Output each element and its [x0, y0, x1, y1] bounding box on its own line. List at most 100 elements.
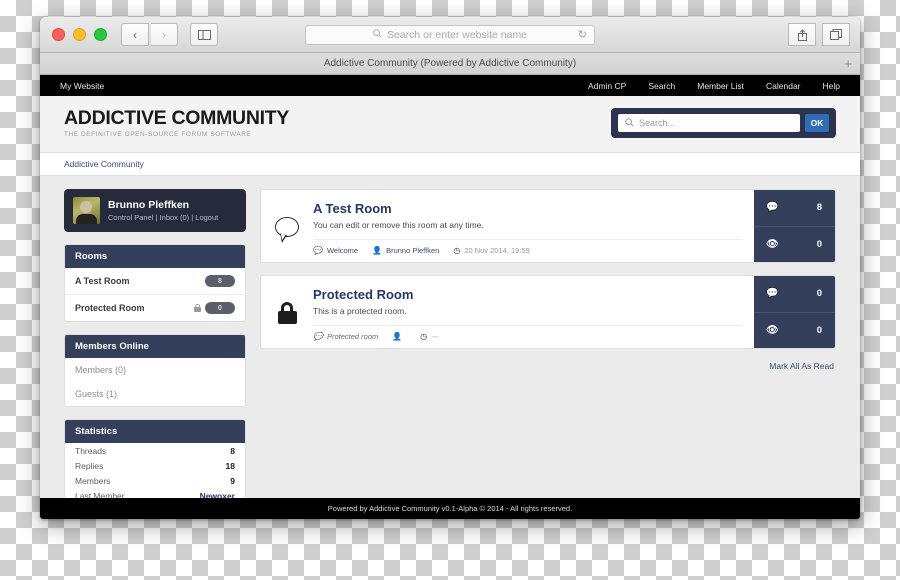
room-stats: 💬 8 👁 0	[754, 190, 835, 262]
tabs-glyph	[830, 29, 842, 40]
mark-all-as-read-link[interactable]: Mark All As Read	[260, 361, 836, 371]
meta-date-label: ---	[431, 332, 439, 341]
comments-icon: 💬	[766, 202, 779, 214]
share-icon[interactable]	[788, 23, 816, 46]
statistic-value-link[interactable]: Newoxer	[200, 491, 235, 499]
site-header: ADDICTIVE COMMUNITY THE DEFINITIVE OPEN-…	[40, 96, 860, 153]
clock-icon: ◷	[453, 245, 461, 255]
room-stat-views: 👁 0	[754, 311, 835, 349]
minimize-window-button[interactable]	[73, 28, 86, 41]
sidebar-room-label: Protected Room	[75, 303, 145, 313]
sidebar-room-label: A Test Room	[75, 276, 130, 286]
meta-author-label: Brunno Pleffken	[386, 246, 440, 255]
room-stat-views: 👁 0	[754, 225, 835, 263]
header-search-box: Search... OK	[611, 108, 836, 138]
room-meta: 💬 Welcome 👤 Brunno Pleffken ◷ 20 Nov 201…	[313, 239, 742, 262]
avatar[interactable]	[73, 197, 100, 224]
site-logo[interactable]: ADDICTIVE COMMUNITY THE DEFINITIVE OPEN-…	[64, 108, 289, 138]
site-footer: Powered by Addictive Community v0.1-Alph…	[40, 498, 860, 519]
members-online-members: Members (0)	[75, 365, 127, 375]
meta-author[interactable]: 👤 Brunno Pleffken	[372, 246, 439, 255]
browser-toolbar: ‹ › Search or enter website name ↻	[40, 17, 860, 53]
comments-icon: 💬	[766, 288, 779, 300]
meta-date: ◷ ---	[420, 332, 438, 341]
maximize-window-button[interactable]	[94, 28, 107, 41]
room-icon-container	[261, 276, 313, 348]
room-meta: 💬 Protected room 👤 ◷ ---	[313, 325, 742, 348]
room-title[interactable]: A Test Room	[313, 201, 742, 216]
statistic-threads: Threads 8	[65, 443, 245, 458]
sidebar-glyph	[197, 29, 211, 40]
room-body: A Test Room You can edit or remove this …	[313, 190, 754, 262]
toolbar-right-buttons[interactable]	[788, 23, 850, 46]
clock-icon: ◷	[420, 331, 428, 341]
sidebar-room-a-test-room[interactable]: A Test Room 8	[65, 268, 245, 295]
logo-subtitle: THE DEFINITIVE OPEN-SOURCE FORUM SOFTWAR…	[64, 130, 252, 138]
speech-bubble-icon	[275, 217, 299, 237]
meta-last-thread[interactable]: 💬 Welcome	[313, 246, 358, 255]
meta-date-label: 20 Nov 2014, 19:59	[464, 246, 530, 255]
nav-link-help[interactable]: Help	[823, 81, 840, 91]
sidebar-toggle-icon[interactable]	[190, 23, 218, 46]
address-bar[interactable]: Search or enter website name ↻	[305, 24, 595, 45]
statistic-label: Last Member	[75, 490, 125, 499]
user-name: Brunno Pleffken	[108, 199, 190, 211]
nav-link-search[interactable]: Search	[648, 81, 675, 91]
room-views-count: 0	[816, 238, 822, 250]
comment-icon: 💬	[313, 331, 323, 341]
lock-icon	[277, 302, 297, 324]
members-online-title: Members Online	[65, 335, 245, 358]
user-panel: Brunno Pleffken Control Panel | Inbox (0…	[64, 189, 246, 232]
search-input[interactable]: Search...	[618, 114, 800, 132]
meta-thread-label: Protected room	[326, 332, 379, 341]
address-bar-placeholder: Search or enter website name	[386, 28, 528, 41]
site-label[interactable]: My Website	[60, 81, 104, 91]
close-window-button[interactable]	[52, 28, 65, 41]
room-description: This is a protected room.	[313, 306, 407, 316]
search-icon	[625, 117, 634, 129]
room-icon-container	[261, 190, 313, 262]
statistic-label: Threads	[75, 445, 107, 456]
room-threads-count: 0	[816, 288, 822, 300]
room-count-badge: 0	[205, 302, 235, 314]
comment-icon: 💬	[313, 245, 323, 255]
back-icon[interactable]: ‹	[121, 23, 149, 46]
eye-icon: 👁	[766, 324, 779, 336]
user-links[interactable]: Control Panel | Inbox (0) | Logout	[108, 213, 218, 222]
room-description: You can edit or remove this room at any …	[313, 220, 484, 230]
top-nav-links[interactable]: Admin CP Search Member List Calendar Hel…	[588, 81, 840, 91]
tab-strip: Addictive Community (Powered by Addictiv…	[40, 53, 860, 75]
room-stats: 💬 0 👁 0	[754, 276, 835, 348]
room-card-a-test-room: A Test Room You can edit or remove this …	[260, 189, 836, 263]
statistic-value: 18	[225, 460, 235, 471]
statistic-replies: Replies 18	[65, 458, 245, 473]
search-submit-button[interactable]: OK	[805, 114, 829, 132]
statistic-label: Members	[75, 475, 111, 486]
navigation-buttons[interactable]: ‹ ›	[121, 23, 178, 46]
browser-window: ‹ › Search or enter website name ↻ Addic…	[40, 17, 860, 519]
sidebar-room-protected-room[interactable]: Protected Room 0	[65, 295, 245, 321]
room-title[interactable]: Protected Room	[313, 287, 742, 302]
nav-link-calendar[interactable]: Calendar	[766, 81, 801, 91]
nav-link-member-list[interactable]: Member List	[697, 81, 744, 91]
statistic-value: 9	[230, 475, 235, 486]
page-body: Brunno Pleffken Control Panel | Inbox (0…	[40, 176, 860, 498]
statistics-title: Statistics	[65, 420, 245, 443]
room-threads-count: 8	[816, 202, 822, 214]
reload-icon[interactable]: ↻	[578, 28, 587, 41]
breadcrumb-item-home[interactable]: Addictive Community	[64, 159, 144, 169]
active-tab-title[interactable]: Addictive Community (Powered by Addictiv…	[40, 58, 860, 69]
forward-icon[interactable]: ›	[151, 23, 178, 46]
new-tab-button[interactable]: +	[844, 57, 852, 70]
magnifier-glyph	[373, 28, 382, 38]
members-online-guests: Guests (1)	[75, 389, 118, 399]
room-count-badge: 8	[205, 275, 235, 287]
main-content: A Test Room You can edit or remove this …	[260, 189, 836, 498]
statistics-panel: Statistics Threads 8 Replies 18 Members …	[64, 419, 246, 498]
members-online-panel: Members Online Members (0) Guests (1)	[64, 334, 246, 407]
show-tabs-icon[interactable]	[822, 23, 850, 46]
nav-link-admin-cp[interactable]: Admin CP	[588, 81, 626, 91]
window-controls[interactable]	[52, 28, 107, 41]
statistic-value: 8	[230, 445, 235, 456]
magnifier-glyph	[625, 117, 634, 127]
